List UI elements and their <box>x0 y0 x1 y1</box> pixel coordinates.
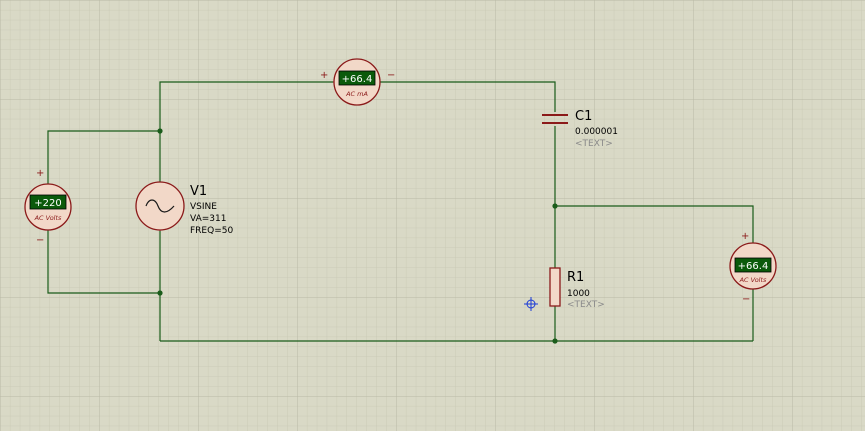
meter-unit: AC Volts <box>34 214 62 222</box>
grid-major <box>0 0 865 431</box>
v1-amplitude-label: VA=311 <box>190 214 226 224</box>
c1-value-label: 0.000001 <box>575 127 618 137</box>
meter-unit: AC Volts <box>739 276 767 284</box>
meter-plus-label: + <box>320 70 328 81</box>
junction-dot <box>552 203 558 209</box>
junction-dot <box>157 290 163 296</box>
meter-minus-label: − <box>387 70 395 81</box>
meter-reading: +66.4 <box>342 74 373 85</box>
c1-ref-label: C1 <box>575 109 592 124</box>
v1-ref-label: V1 <box>190 184 207 199</box>
v1-body[interactable] <box>135 181 185 231</box>
meter-unit: AC mA <box>345 90 368 98</box>
meter-minus-label: − <box>36 235 44 246</box>
meter-plus-label: + <box>741 231 749 242</box>
c1-text-label: <TEXT> <box>575 139 613 149</box>
r1-body <box>549 267 561 307</box>
meter-minus-label: − <box>742 294 750 305</box>
v1-type-label: VSINE <box>190 202 217 212</box>
r1-value-label: 1000 <box>567 289 590 299</box>
junction-dot <box>552 338 558 344</box>
junction-dot <box>157 128 163 134</box>
meter-reading: +66.4 <box>738 261 769 272</box>
meter-plus-label: + <box>36 168 44 179</box>
schematic-canvas[interactable]: V1 VSINE VA=311 FREQ=50 C1 0.000001 <TEX… <box>0 0 865 431</box>
meter-reading: +220 <box>34 198 61 209</box>
r1-ref-label: R1 <box>567 270 584 285</box>
v1-frequency-label: FREQ=50 <box>190 226 233 236</box>
r1-text-label: <TEXT> <box>567 300 605 310</box>
